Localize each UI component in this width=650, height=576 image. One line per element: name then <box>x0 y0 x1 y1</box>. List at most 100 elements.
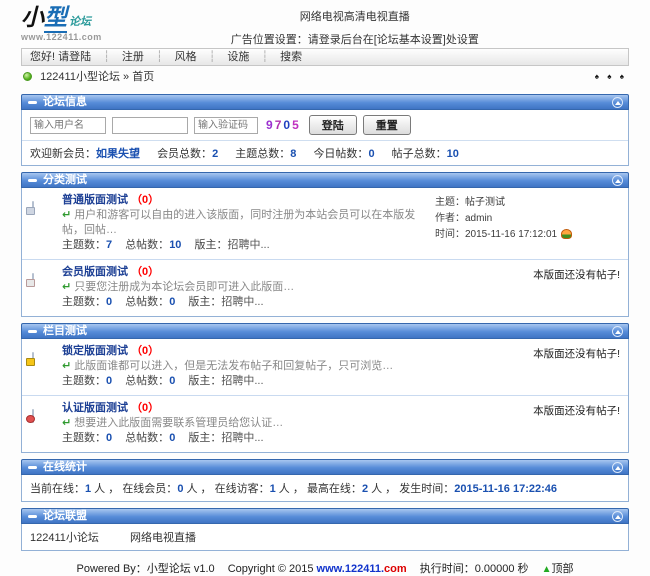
breadcrumb-page[interactable]: 首页 <box>132 71 154 83</box>
forum-row-locked: 锁定版面测试 （0） ↵ 此版面谁都可以进入，但是无法发布帖子和回复帖子，只可浏览… <box>22 339 628 395</box>
moderator-label: 版主： <box>188 375 222 387</box>
nav-item-style[interactable]: 风格 <box>175 51 197 63</box>
last-topic-link[interactable]: 帖子测试 <box>465 197 505 208</box>
last-time: 2015-11-16 17:12:01 <box>465 229 558 240</box>
nav-item-search[interactable]: 搜索 <box>280 51 302 63</box>
online-stats-row: 当前在线：1 人 ， 在线会员：0 人 ， 在线访客：1 人 ， 最高在线：2 … <box>21 475 629 502</box>
app-version: 小型论坛 v1.0 <box>146 563 215 575</box>
captcha-code: 9705 <box>266 118 301 132</box>
topics-count: 0 <box>106 432 113 444</box>
login-button[interactable]: 登陆 <box>308 115 357 135</box>
copyright: Copyright © 2015 <box>227 563 314 575</box>
dash-icon <box>28 465 37 469</box>
alliance-links-row: 122411小论坛 网络电视直播 <box>21 524 629 551</box>
forum-link[interactable]: 会员版面测试 <box>62 266 128 278</box>
posts-label: 总帖数： <box>125 375 170 387</box>
top-arrow-icon: ▲ <box>541 564 552 575</box>
online-label: 发生时间： <box>399 483 455 495</box>
alliance-link-2[interactable]: 网络电视直播 <box>130 532 196 544</box>
moderator-label: 版主： <box>188 296 222 308</box>
no-posts-notice: 本版面还没有帖子! <box>533 405 620 417</box>
collapse-icon[interactable] <box>612 175 623 186</box>
nav-item-register[interactable]: 注册 <box>122 51 144 63</box>
login-link[interactable]: 您好! 请登陆 <box>30 51 91 63</box>
collapse-icon[interactable] <box>612 462 623 473</box>
back-to-top-link[interactable]: 顶部 <box>552 563 574 575</box>
reply-arrow-icon: ↵ <box>62 281 72 293</box>
forum-link[interactable]: 认证版面测试 <box>62 402 128 414</box>
corner-glyphs[interactable]: ♠ ♠ ♠ <box>595 66 627 88</box>
new-post-count: （0） <box>131 402 160 414</box>
forum-status-icon <box>23 72 32 81</box>
username-input[interactable] <box>30 116 106 134</box>
folder-icon <box>32 409 34 423</box>
moderator-value: 招聘中... <box>221 296 264 308</box>
forum-stats: 欢迎新会员：如果失望 会员总数：2 主题总数：8 今日帖数：0 帖子总数：10 <box>22 141 628 165</box>
logo-subtitle: 论坛 <box>69 16 91 28</box>
breadcrumb-site[interactable]: 122411小型论坛 <box>40 71 120 83</box>
footer-site-link[interactable]: www.122411. <box>317 563 384 575</box>
forum-description: 此版面谁都可以进入，但是无法发布帖子和回复帖子，只可浏览… <box>74 360 394 372</box>
section-header-forum-info: 论坛信息 <box>21 94 629 110</box>
stat-value: 10 <box>446 148 459 160</box>
logo-char-1: 小 <box>21 4 44 31</box>
posts-label: 总帖数： <box>125 432 170 444</box>
topics-count: 0 <box>106 375 113 387</box>
reply-arrow-icon: ↵ <box>62 209 72 221</box>
stat-label: 帖子总数： <box>391 148 447 160</box>
column-panel: 锁定版面测试 （0） ↵ 此版面谁都可以进入，但是无法发布帖子和回复帖子，只可浏览… <box>21 339 629 453</box>
online-label: 在线会员： <box>122 483 178 495</box>
collapse-icon[interactable] <box>612 511 623 522</box>
forum-description: 想要进入此版面需要联系管理员给您认证… <box>74 417 284 429</box>
topics-label: 主题数： <box>62 375 106 387</box>
ad-link[interactable]: 网络电视高清电视直播 <box>231 8 479 24</box>
page: 小型 论坛 www.122411.com 网络电视高清电视直播 广告位置设置：请登… <box>21 0 629 576</box>
footer-site-tld[interactable]: com <box>384 563 407 575</box>
section-title: 在线统计 <box>43 461 87 473</box>
section-title: 论坛信息 <box>43 96 87 108</box>
stat-value: 8 <box>290 148 297 160</box>
posts-count: 0 <box>169 375 176 387</box>
moderator-value: 招聘中... <box>227 239 270 251</box>
online-value: 2015-11-16 17:22:46 <box>454 483 557 495</box>
footer: Powered By：小型论坛 v1.0 Copyright © 2015 ww… <box>21 551 629 576</box>
folder-icon <box>32 273 34 287</box>
new-member-link[interactable]: 如果失望 <box>96 148 140 160</box>
dash-icon <box>28 514 37 518</box>
reset-button[interactable]: 重置 <box>362 115 411 135</box>
stat-label: 会员总数： <box>157 148 213 160</box>
online-label: 最高在线： <box>306 483 362 495</box>
logo-char-2: 型 <box>44 4 67 33</box>
logo-url: www.122411.com <box>21 32 102 42</box>
top-nav: 您好! 请登陆 ┆ 注册 ┆ 风格 ┆ 设施 ┆ 搜索 <box>21 48 629 66</box>
moderator-label: 版主： <box>194 239 228 251</box>
alliance-link-1[interactable]: 122411小论坛 <box>30 532 99 544</box>
forum-link[interactable]: 普通版面测试 <box>62 194 128 206</box>
new-post-count: （0） <box>131 345 160 357</box>
collapse-icon[interactable] <box>612 326 623 337</box>
nav-separator: ┆ <box>103 51 110 63</box>
forum-row-certified: 认证版面测试 （0） ↵ 想要进入此版面需要联系管理员给您认证… 主题数：0 总帖… <box>22 395 628 452</box>
topics-label: 主题数： <box>62 432 106 444</box>
last-author-link[interactable]: admin <box>465 213 492 224</box>
mushroom-icon <box>561 229 573 239</box>
posts-label: 总帖数： <box>125 296 170 308</box>
reply-arrow-icon: ↵ <box>62 360 72 372</box>
captcha-input[interactable] <box>194 116 258 134</box>
forum-link[interactable]: 锁定版面测试 <box>62 345 128 357</box>
online-label: 在线访客： <box>214 483 270 495</box>
site-logo[interactable]: 小型 论坛 www.122411.com <box>21 4 102 42</box>
section-title: 栏目测试 <box>43 325 87 337</box>
password-input[interactable] <box>112 116 188 134</box>
no-posts-notice: 本版面还没有帖子! <box>533 348 620 360</box>
folder-icon <box>32 201 34 215</box>
forum-row-member: 会员版面测试 （0） ↵ 只要您注册成为本论坛会员即可进入此版面… 主题数：0 总… <box>22 259 628 316</box>
nav-item-facilities[interactable]: 设施 <box>227 51 249 63</box>
posts-count: 0 <box>169 296 176 308</box>
section-title: 论坛联盟 <box>43 510 87 522</box>
login-form: 9705 登陆 重置 <box>22 110 628 141</box>
section-header-column-test: 栏目测试 <box>21 323 629 339</box>
collapse-icon[interactable] <box>612 97 623 108</box>
exec-time: 执行时间：0.00000 秒 <box>419 563 529 575</box>
stat-label: 主题总数： <box>235 148 291 160</box>
